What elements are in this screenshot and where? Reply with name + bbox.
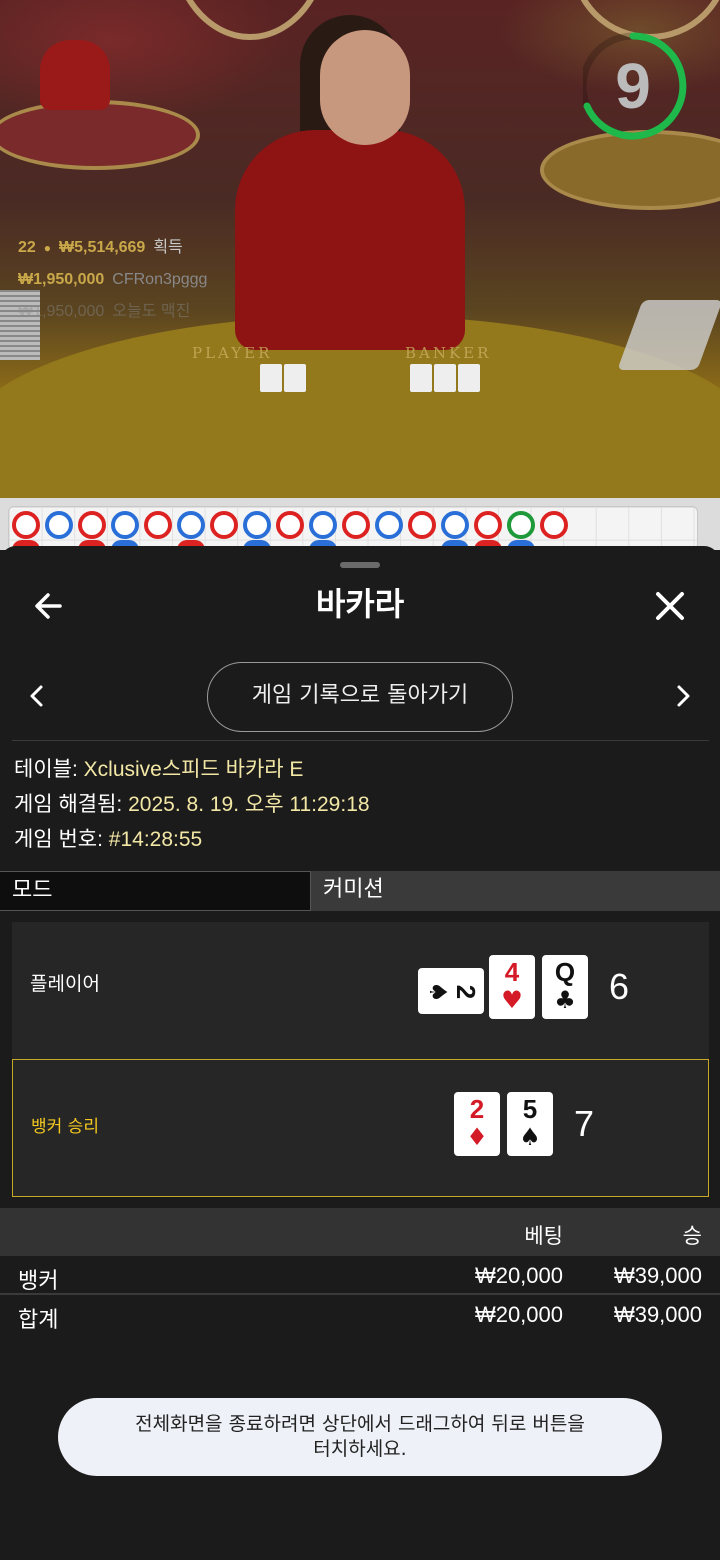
- bead-banker: [144, 511, 172, 539]
- column-bet: 베팅: [524, 1224, 563, 1248]
- live-video[interactable]: PLAYER BANKER 9 22 ● ₩5,514,669 획득 ₩1,95…: [0, 0, 720, 498]
- dealer-head: [320, 30, 410, 145]
- background-person: [40, 40, 110, 110]
- chevron-left-icon[interactable]: [22, 681, 52, 711]
- decor-arch: [170, 0, 330, 40]
- bet-table-header: 베팅 승: [0, 1208, 720, 1256]
- total-win: ₩39,000: [613, 1302, 702, 1327]
- table-value: Xclusive스피드 바카라 E: [83, 758, 304, 781]
- player-card-3: Q ♣: [542, 955, 588, 1019]
- bead-player: [441, 511, 469, 539]
- player-card-2: 4 ♥: [489, 955, 535, 1019]
- bead-banker: [408, 511, 436, 539]
- bet-type: 뱅커: [18, 1268, 59, 1293]
- win-amount: ₩39,000: [613, 1263, 702, 1288]
- player-card-1: 2 ♠: [418, 968, 484, 1014]
- countdown-number: 9: [615, 50, 651, 122]
- top-win-user: CFRon3pggg: [112, 271, 208, 288]
- background-table: [0, 100, 200, 170]
- fullscreen-toast: 전체화면을 종료하려면 상단에서 드래그하여 뒤로 버튼을 터치하세요.: [58, 1398, 662, 1476]
- tab-bar: 모드 커미션: [0, 871, 720, 911]
- table-info: 테이블: Xclusive스피드 바카라 E: [14, 755, 303, 785]
- player-label: 플레이어: [30, 973, 100, 995]
- player-count: 22: [18, 239, 36, 256]
- bead-banker: [276, 511, 304, 539]
- table-card: [458, 364, 480, 392]
- bead-banker: [342, 511, 370, 539]
- table-card: [284, 364, 306, 392]
- total-label: 합계: [18, 1307, 59, 1332]
- diamond-icon: ♦: [466, 1123, 488, 1151]
- table-card: [434, 364, 456, 392]
- bead-player: [243, 511, 271, 539]
- bead-banker: [540, 511, 568, 539]
- faded-amount: ₩1,950,000: [18, 303, 105, 320]
- game-number-value: #14:28:55: [108, 828, 203, 851]
- table-card: [410, 364, 432, 392]
- spade-icon: ♠: [424, 981, 452, 1003]
- bead-player: [309, 511, 337, 539]
- card-rank: 2: [469, 1094, 485, 1124]
- banker-card-2: 5 ♠: [507, 1092, 553, 1156]
- column-win: 승: [682, 1224, 702, 1248]
- bead-tie: [507, 511, 535, 539]
- banker-score: 7: [574, 1103, 595, 1144]
- felt-player-label: PLAYER: [192, 344, 273, 362]
- table-card: [260, 364, 282, 392]
- bead-banker: [12, 511, 40, 539]
- tab-commission[interactable]: 커미션: [311, 871, 720, 911]
- card-shoe: [617, 300, 720, 370]
- bead-banker: [474, 511, 502, 539]
- top-win-amount: ₩1,950,000: [18, 271, 105, 288]
- bead-player: [111, 511, 139, 539]
- game-history-sheet: 바카라 게임 기록으로 돌아가기 테이블: Xclusive스피드 바카라 E …: [0, 546, 720, 1560]
- row-divider: [0, 1293, 720, 1295]
- game-number-info: 게임 번호: #14:28:55: [14, 825, 202, 855]
- divider: [12, 740, 709, 741]
- winners-overlay: 22 ● ₩5,514,669 획득 ₩1,950,000 CFRon3pggg…: [18, 232, 207, 328]
- total-winnings: ₩5,514,669: [59, 239, 146, 256]
- tab-mode[interactable]: 모드: [0, 871, 311, 911]
- page-title: 바카라: [315, 585, 405, 623]
- banker-card-1: 2 ♦: [454, 1092, 500, 1156]
- table-row-total: 합계 ₩20,000 ₩39,000: [0, 1296, 720, 1334]
- back-to-history-button[interactable]: 게임 기록으로 돌아가기: [207, 662, 513, 732]
- card-rank: 2: [451, 984, 481, 1000]
- winnings-label: 획득: [153, 239, 183, 256]
- bead-player: [375, 511, 403, 539]
- player-hand: 플레이어 2 ♠ 4 ♥ Q ♣ 6: [12, 922, 709, 1058]
- bead-banker: [210, 511, 238, 539]
- bet-amount: ₩20,000: [474, 1263, 563, 1288]
- player-score: 6: [609, 966, 630, 1007]
- club-icon: ♣: [554, 986, 576, 1014]
- heart-icon: ♥: [501, 986, 523, 1014]
- resolved-label: 게임 해결됨:: [14, 793, 123, 816]
- faded-text: 오늘도 맥진: [112, 303, 191, 320]
- result-panel: 플레이어 2 ♠ 4 ♥ Q ♣ 6 뱅커 승리 2 ♦ 5 ♠ 7: [12, 922, 709, 1197]
- table-label: 테이블:: [14, 758, 78, 781]
- card-rank: 5: [522, 1094, 538, 1124]
- spade-icon: ♠: [519, 1123, 541, 1151]
- felt-banker-label: BANKER: [405, 344, 492, 362]
- resolved-value: 2025. 8. 19. 오후 11:29:18: [128, 793, 370, 816]
- drag-handle[interactable]: [340, 562, 380, 568]
- roadmap-strip[interactable]: [0, 498, 720, 550]
- close-icon[interactable]: [650, 586, 690, 626]
- card-rank: 4: [504, 957, 520, 987]
- resolved-info: 게임 해결됨: 2025. 8. 19. 오후 11:29:18: [14, 790, 370, 820]
- toast-line-2: 터치하세요.: [313, 1438, 407, 1460]
- person-icon: ●: [43, 241, 52, 255]
- dealer: [235, 130, 465, 350]
- game-number-label: 게임 번호:: [14, 828, 103, 851]
- total-bet: ₩20,000: [474, 1302, 563, 1327]
- chevron-right-icon[interactable]: [668, 681, 698, 711]
- card-rank: Q: [554, 957, 576, 987]
- table-row: 뱅커 ₩20,000 ₩39,000: [0, 1257, 720, 1295]
- toast-line-1: 전체화면을 종료하려면 상단에서 드래그하여 뒤로 버튼을: [135, 1413, 585, 1435]
- bead-player: [45, 511, 73, 539]
- bead-banker: [78, 511, 106, 539]
- bead-player: [177, 511, 205, 539]
- banker-win-label: 뱅커 승리: [31, 1117, 99, 1137]
- banker-hand: 뱅커 승리 2 ♦ 5 ♠ 7: [12, 1059, 709, 1197]
